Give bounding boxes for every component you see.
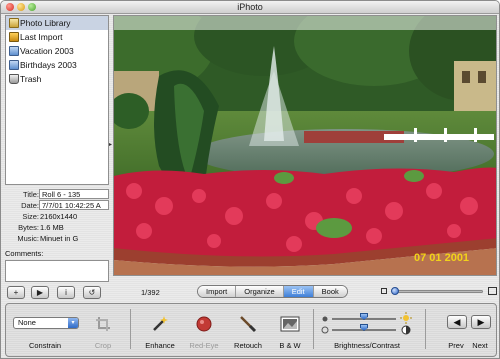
source-item-last-import[interactable]: Last Import [6, 30, 108, 44]
next-label: Next [472, 341, 488, 350]
pane-resize-handle-icon[interactable]: ▸ [109, 141, 112, 148]
brightness-low-icon [322, 316, 328, 322]
source-item-label: Birthdays 2003 [20, 60, 77, 70]
brightness-contrast-label: Brightness/Contrast [334, 341, 400, 350]
retouch-label: Retouch [234, 341, 262, 350]
bw-label: B & W [279, 341, 301, 350]
trash-icon [9, 74, 19, 84]
bytes-value: 1.6 MB [40, 223, 64, 232]
source-item-photo-library[interactable]: Photo Library [6, 16, 108, 30]
retouch-brush-icon [240, 316, 257, 333]
mode-organize-button[interactable]: Organize [236, 286, 284, 297]
last-import-icon [9, 32, 19, 42]
crop-icon [96, 317, 110, 331]
contrast-low-icon [321, 326, 329, 334]
red-eye-label: Red-Eye [189, 341, 219, 350]
window-title: iPhoto [237, 2, 263, 12]
photo-count: 1/392 [141, 288, 160, 297]
source-item-trash[interactable]: Trash [6, 72, 108, 86]
info-panel: Title: Roll 6 - 135 Date: 7/7/01 10:42:2… [5, 189, 109, 244]
divider [425, 309, 426, 349]
magic-wand-icon [153, 316, 168, 331]
chevron-down-icon: ▾ [68, 318, 78, 328]
crop-label: Crop [94, 341, 112, 350]
divider [313, 309, 314, 349]
source-item-label: Photo Library [20, 18, 71, 28]
title-field[interactable]: Roll 6 - 135 [39, 189, 109, 199]
mode-edit-button[interactable]: Edit [283, 286, 314, 297]
source-item-label: Vacation 2003 [20, 46, 74, 56]
play-slideshow-button[interactable]: ▶ [31, 286, 49, 299]
comments-label: Comments: [5, 249, 44, 258]
comments-field[interactable] [5, 260, 109, 282]
source-list: Photo Library Last Import Vacation 2003 … [5, 15, 109, 185]
iphoto-window: iPhoto Photo Library Last Import Vacatio… [0, 0, 500, 359]
zoom-slider[interactable] [393, 290, 483, 293]
enhance-label: Enhance [145, 341, 175, 350]
album-icon [9, 46, 19, 56]
add-album-button[interactable]: + [7, 286, 25, 299]
source-item-birthdays-2003[interactable]: Birthdays 2003 [6, 58, 108, 72]
constrain-select[interactable]: None ▾ [13, 317, 79, 329]
brightness-high-icon [400, 312, 412, 324]
rotate-button[interactable]: ↺ [83, 286, 101, 299]
title-bar[interactable]: iPhoto [1, 1, 499, 14]
zoom-slider-thumb[interactable] [391, 287, 399, 295]
music-value: Minuet in G [40, 234, 79, 243]
music-label: Music: [17, 234, 39, 243]
photo-view[interactable]: 07 01 2001 [113, 15, 497, 276]
info-button[interactable]: i [57, 286, 75, 299]
bytes-label: Bytes: [18, 223, 39, 232]
red-eye-icon [196, 316, 212, 332]
title-label: Title: [23, 190, 39, 199]
zoom-out-icon[interactable] [381, 288, 387, 294]
photo-date-stamp: 07 01 2001 [414, 252, 469, 264]
garden-fountain-photo: 07 01 2001 [114, 16, 496, 275]
source-item-vacation-2003[interactable]: Vacation 2003 [6, 44, 108, 58]
constrain-label: Constrain [28, 341, 62, 350]
date-label: Date: [21, 201, 39, 210]
source-item-label: Trash [20, 74, 42, 84]
photo-library-icon [9, 18, 19, 28]
mode-import-button[interactable]: Import [198, 286, 237, 297]
album-icon [9, 60, 19, 70]
black-and-white-icon [280, 316, 300, 332]
divider [130, 309, 131, 349]
source-item-label: Last Import [20, 32, 63, 42]
size-label: Size: [22, 212, 39, 221]
mode-selector: Import Organize Edit Book [197, 285, 348, 298]
next-photo-button[interactable]: ▶ [471, 315, 491, 329]
contrast-high-icon [401, 325, 411, 335]
mode-book-button[interactable]: Book [313, 286, 347, 297]
date-field[interactable]: 7/7/01 10:42:25 A [39, 200, 109, 210]
constrain-value: None [18, 318, 36, 327]
size-value: 2160x1440 [40, 212, 78, 221]
previous-photo-button[interactable]: ◀ [447, 315, 467, 329]
zoom-in-icon[interactable] [488, 287, 497, 295]
arrow-right-icon: ▶ [477, 317, 485, 327]
arrow-left-icon: ◀ [453, 317, 461, 327]
